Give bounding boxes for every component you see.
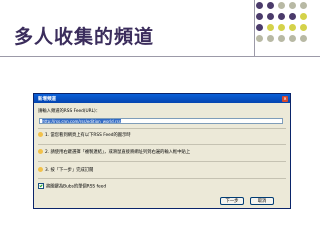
url-label: 請輸入頻道的RSS Feed(URL)：	[38, 109, 101, 114]
step-1: 1. 當您看到網頁上有以下RSS Feed的圖示時	[38, 132, 131, 138]
decorative-dot	[278, 13, 285, 20]
decorative-dot	[300, 35, 307, 42]
decorative-dot	[256, 24, 263, 31]
option-checkbox[interactable]	[38, 183, 44, 189]
checkbox-label: 將關鍵為Bubs的單個RSS feed	[46, 184, 107, 190]
url-input[interactable]: http://rss.cnn.com/rss/edition_world.rss	[39, 118, 283, 124]
rss-feed-icon	[38, 132, 43, 137]
decorative-dot	[300, 13, 307, 20]
decorative-dot-grid	[256, 2, 318, 50]
divider	[38, 161, 286, 162]
step-3-text: 3. 按「下一步」完成訂閱	[45, 168, 94, 173]
divider	[38, 128, 286, 129]
step-3: 3. 按「下一步」完成訂閱	[38, 167, 93, 173]
decorative-dot	[256, 2, 263, 9]
step-2: 2. 請使用右鍵選擇「複製連結」，或滑鼠直接將網址列到右邊的輸入框中貼上	[38, 149, 190, 155]
step-1-text: 1. 當您看到網頁上有以下RSS Feed的圖示時	[45, 133, 131, 138]
close-icon[interactable]: ×	[282, 95, 288, 102]
step-2-text: 2. 請使用右鍵選擇「複製連結」，或滑鼠直接將網址列到右邊的輸入框中貼上	[45, 150, 191, 155]
decorative-dot	[256, 13, 263, 20]
decorative-dot	[278, 2, 285, 9]
next-button[interactable]: 下一步	[220, 197, 244, 205]
cancel-button[interactable]: 取消	[250, 197, 274, 205]
copy-link-icon	[38, 149, 43, 154]
decorative-dot	[267, 2, 274, 9]
decorative-dot	[289, 24, 296, 31]
decorative-dot	[300, 24, 307, 31]
decorative-dot	[267, 24, 274, 31]
dialog-title: 新增頻道	[38, 96, 56, 102]
decorative-dot	[256, 35, 263, 42]
decorative-dot	[300, 2, 307, 9]
decorative-vertical-line	[254, 0, 255, 56]
slide-title: 多人收集的頻道	[14, 26, 155, 48]
decorative-dot	[289, 35, 296, 42]
option-checkbox-row[interactable]: 將關鍵為Bubs的單個RSS feed	[38, 183, 106, 190]
title-divider	[0, 56, 320, 57]
add-channel-dialog: 新增頻道 × 請輸入頻道的RSS Feed(URL)： http://rss.c…	[33, 93, 291, 209]
decorative-dot	[267, 13, 274, 20]
decorative-dot	[267, 35, 274, 42]
divider	[38, 144, 286, 145]
decorative-dot	[278, 35, 285, 42]
next-step-icon	[38, 167, 43, 172]
divider	[38, 178, 286, 179]
decorative-dot	[289, 2, 296, 9]
decorative-dot	[278, 24, 285, 31]
decorative-dot	[289, 13, 296, 20]
url-value: http://rss.cnn.com/rss/edition_world.rss	[42, 119, 121, 124]
dialog-titlebar: 新增頻道 ×	[34, 94, 290, 103]
